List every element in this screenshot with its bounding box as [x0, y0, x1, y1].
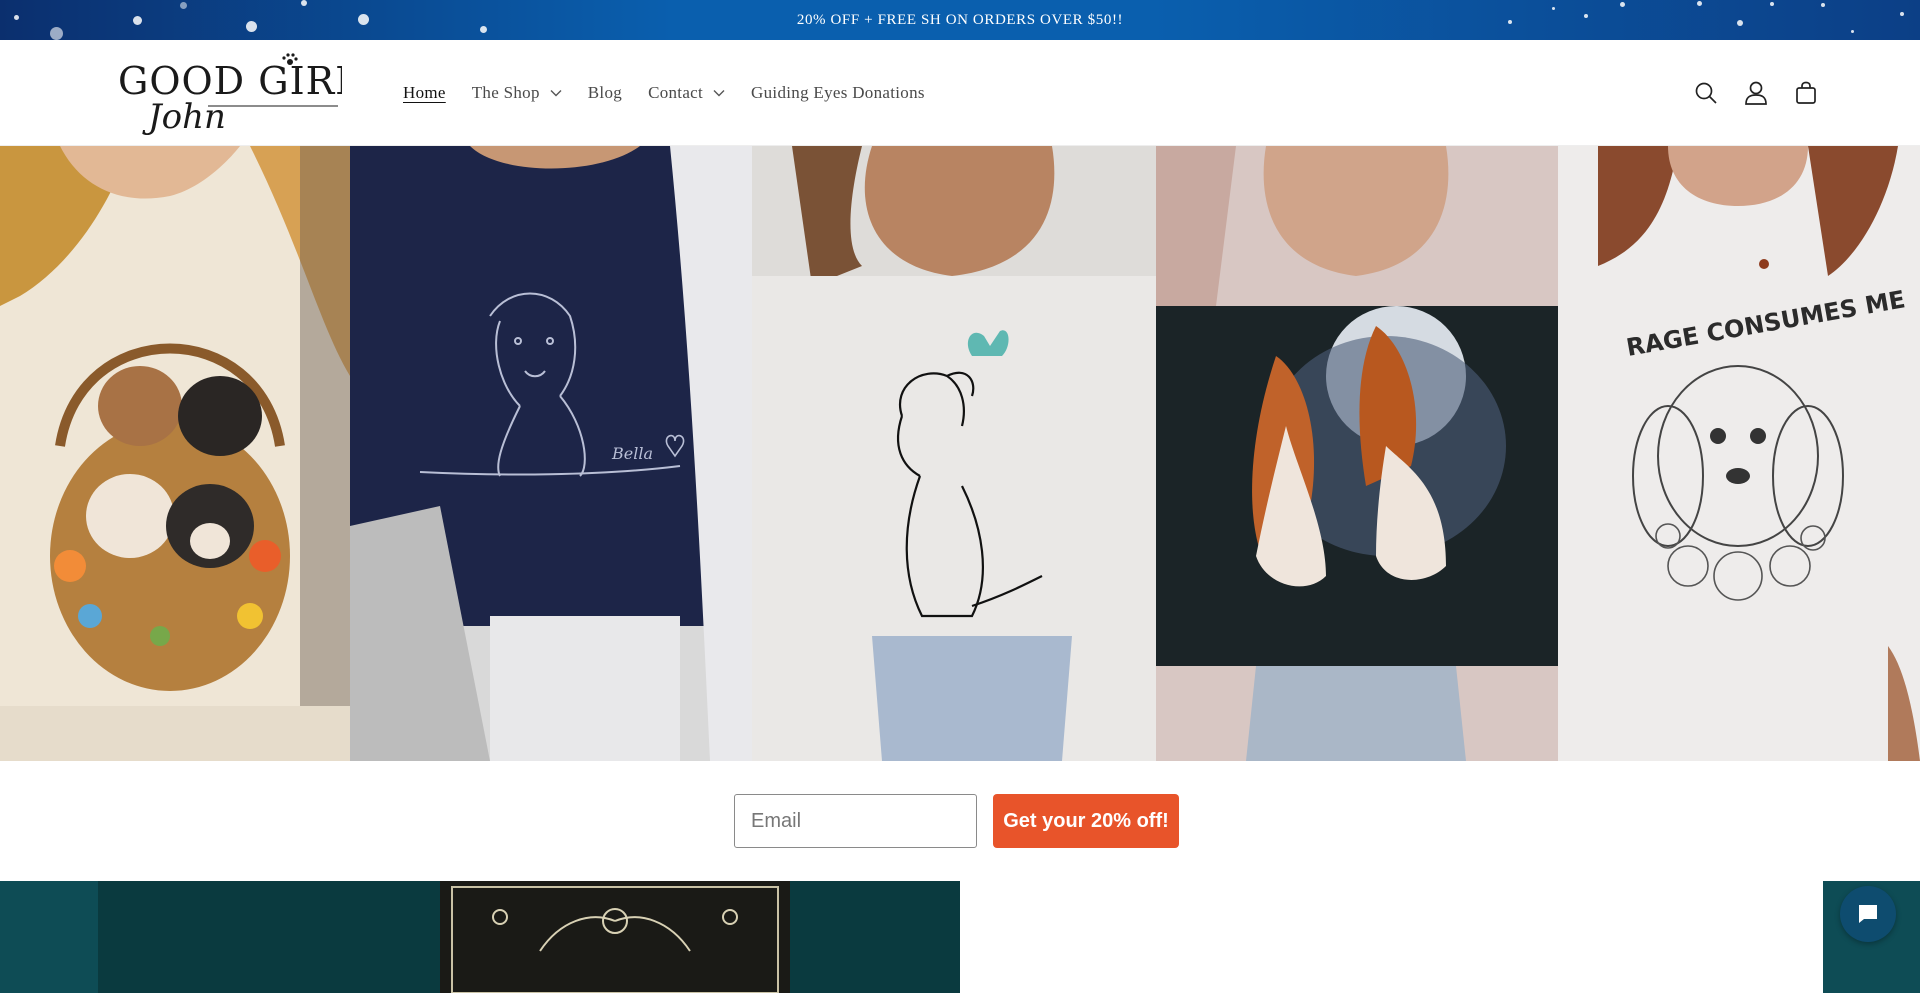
- terrier-sweatshirt-image: Bella: [350, 146, 752, 761]
- site-header: GOOD GIRL John Home The Shop Blog Contac…: [0, 40, 1920, 146]
- brand-logo[interactable]: GOOD GIRL John: [116, 52, 360, 138]
- nav-home[interactable]: Home: [390, 83, 459, 103]
- nav-guiding-eyes-label: Guiding Eyes Donations: [751, 83, 925, 102]
- main-nav: Home The Shop Blog Contact Guiding Eyes …: [390, 40, 938, 146]
- hero-panel-cavalier-moon[interactable]: [1156, 146, 1558, 761]
- cart-icon: [1796, 81, 1816, 104]
- tapestry-image: [0, 881, 960, 993]
- nav-the-shop-label: The Shop: [471, 83, 540, 102]
- featured-section: [0, 881, 1920, 993]
- bella-script-text: Bella: [611, 444, 653, 463]
- cavalier-moon-sweatshirt-image: [1156, 146, 1558, 761]
- rage-consumes-me-tee-image: RAGE CONSUMES ME: [1558, 146, 1920, 761]
- chevron-down-icon: [713, 90, 725, 97]
- french-bulldog-tee-image: [0, 146, 350, 761]
- account-button[interactable]: [1742, 79, 1770, 107]
- announcement-text[interactable]: 20% OFF + FREE SH ON ORDERS OVER $50!!: [0, 0, 1920, 40]
- hero-panel-line-art-terrier[interactable]: Bella: [350, 146, 752, 761]
- hero-panel-rage-consumes-me[interactable]: RAGE CONSUMES ME: [1558, 146, 1920, 761]
- header-icons: [1692, 40, 1820, 146]
- nav-blog[interactable]: Blog: [575, 83, 635, 103]
- nav-the-shop[interactable]: The Shop: [459, 83, 575, 103]
- cart-button[interactable]: [1792, 79, 1820, 107]
- nav-contact[interactable]: Contact: [635, 83, 738, 103]
- logo-script: John: [142, 97, 226, 137]
- hero-collage: Bella RAGE CONSUMES ME: [0, 146, 1920, 761]
- chat-button[interactable]: [1840, 886, 1896, 942]
- get-discount-button[interactable]: Get your 20% off!: [993, 794, 1179, 848]
- email-input[interactable]: [734, 794, 977, 848]
- hero-panel-dachshund-butterfly[interactable]: [752, 146, 1156, 761]
- featured-tapestry-image[interactable]: [0, 881, 960, 993]
- account-icon: [1745, 81, 1767, 105]
- chat-icon: [1859, 905, 1877, 923]
- logo-graphic: GOOD GIRL John: [118, 53, 360, 137]
- nav-guiding-eyes-donations[interactable]: Guiding Eyes Donations: [738, 83, 938, 103]
- nav-contact-label: Contact: [648, 83, 704, 102]
- dachshund-sweatshirt-image: [752, 146, 1156, 761]
- email-signup-section: Get your 20% off!: [0, 761, 1920, 881]
- nav-home-label: Home: [403, 83, 446, 102]
- search-button[interactable]: [1692, 79, 1720, 107]
- announcement-bar: 20% OFF + FREE SH ON ORDERS OVER $50!!: [0, 0, 1920, 40]
- search-icon: [1695, 82, 1717, 104]
- chevron-down-icon: [550, 90, 562, 97]
- hero-panel-french-bulldog[interactable]: [0, 146, 350, 761]
- nav-blog-label: Blog: [587, 83, 623, 102]
